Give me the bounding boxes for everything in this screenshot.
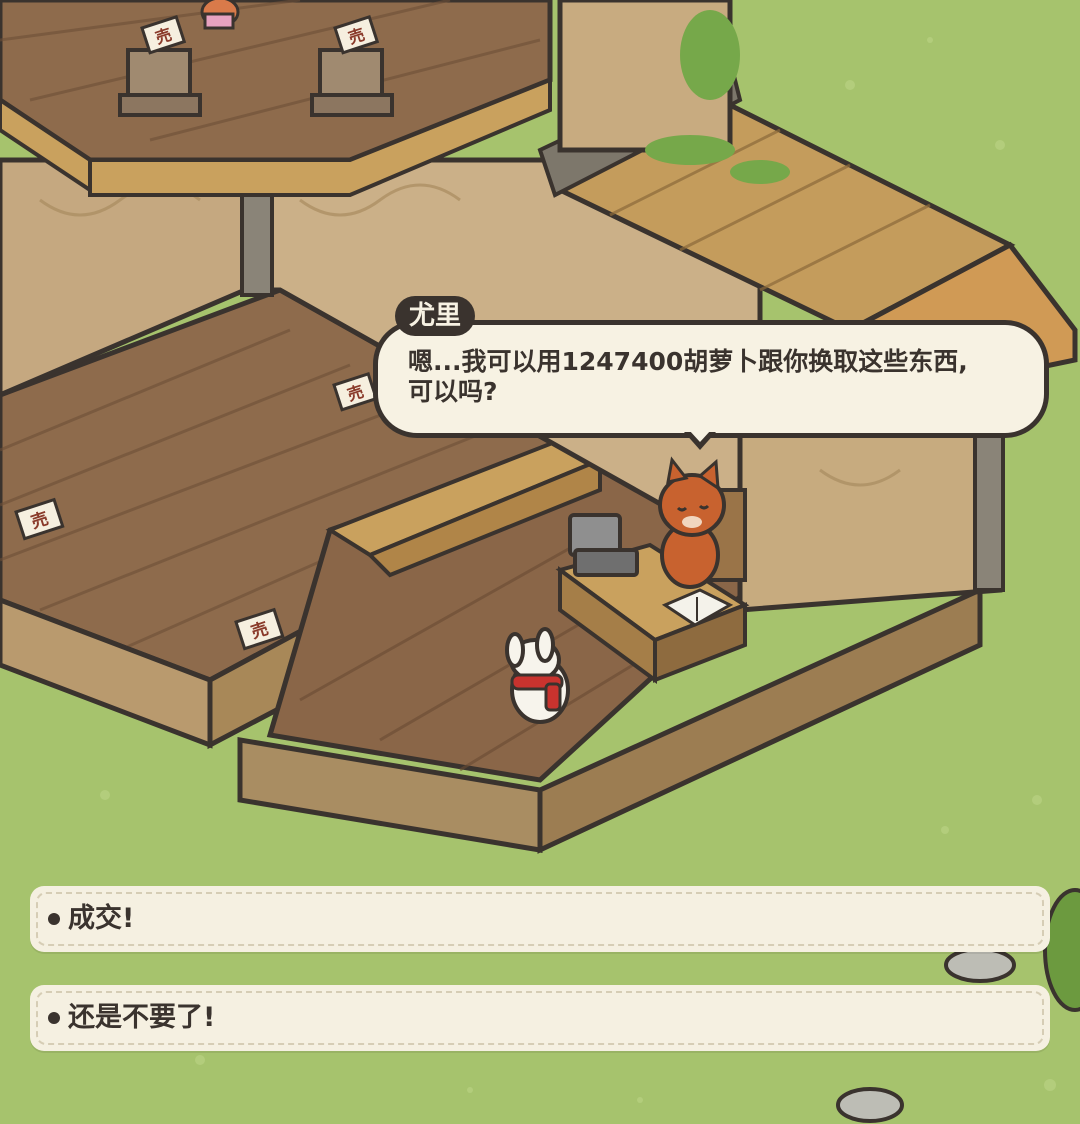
speaker-name-tag: 尤里: [395, 296, 476, 336]
dialogue-bubble-tail-inner: [689, 430, 711, 442]
accept-deal-button[interactable]: 成交!: [30, 886, 1050, 952]
choice-label: 成交!: [68, 903, 135, 934]
bullet-icon: [48, 913, 60, 925]
dialogue-line-2: 可以吗?: [408, 377, 498, 406]
bullet-icon: [48, 1012, 60, 1024]
dialogue-text: 嗯...我可以用1247400胡萝卜跟你换取这些东西, 可以吗?: [408, 347, 1020, 407]
choice-label: 还是不要了!: [68, 1002, 216, 1033]
dialogue-bubble: 嗯...我可以用1247400胡萝卜跟你换取这些东西, 可以吗?: [373, 320, 1049, 438]
decline-deal-button[interactable]: 还是不要了!: [30, 985, 1050, 1051]
game-scene: 売 売 売 売 売 嗯...我可以用1247400胡萝卜跟你换取这些东西, 可以…: [0, 0, 1080, 1124]
npc-partial: [200, 0, 240, 30]
shop-scene-illustration: 売 売 売 売 売: [0, 0, 1080, 1123]
dialogue-line-1: 嗯...我可以用1247400胡萝卜跟你换取这些东西,: [408, 347, 968, 376]
